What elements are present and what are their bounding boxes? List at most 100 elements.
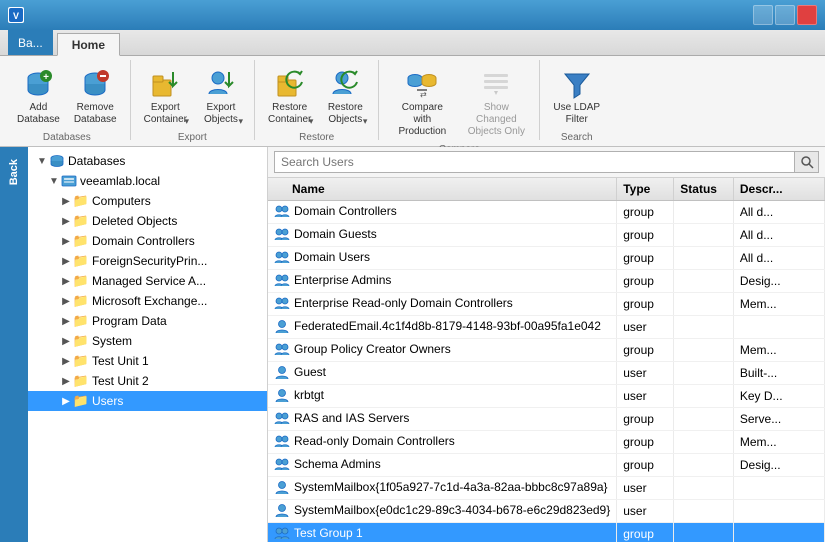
deleted-label: Deleted Objects: [92, 214, 177, 228]
cell-description: [733, 477, 824, 500]
ribbon-group-compare: ⇄ Compare withProduction Show: [379, 60, 540, 140]
svg-text:⇄: ⇄: [420, 90, 427, 99]
tree-item-domain-controllers[interactable]: ▶ 📁 Domain Controllers: [28, 231, 267, 251]
maximize-button[interactable]: [775, 5, 795, 25]
title-bar: V: [0, 0, 825, 30]
cell-description: [733, 316, 824, 339]
export-container-label: ExportContainer: [144, 102, 187, 126]
add-database-label: AddDatabase: [17, 102, 60, 126]
program-data-folder-icon: 📁: [73, 313, 89, 329]
back-button[interactable]: Ba...: [8, 30, 53, 55]
tree-item-exchange[interactable]: ▶ 📁 Microsoft Exchange...: [28, 291, 267, 311]
table-row[interactable]: Schema Admins group Desig...: [268, 454, 825, 477]
tree-item-deleted[interactable]: ▶ 📁 Deleted Objects: [28, 211, 267, 231]
tree-item-users[interactable]: ▶ 📁 Users: [28, 391, 267, 411]
add-database-icon: +: [22, 68, 54, 100]
table-row[interactable]: FederatedEmail.4c1f4d8b-8179-4148-93bf-0…: [268, 316, 825, 339]
table-row[interactable]: Domain Guests group All d...: [268, 224, 825, 247]
table-row[interactable]: krbtgt user Key D...: [268, 385, 825, 408]
restore-objects-label: RestoreObjects: [328, 102, 363, 126]
table-row[interactable]: Domain Users group All d...: [268, 247, 825, 270]
restore-container-button[interactable]: RestoreContainer: [263, 64, 316, 130]
back-label: Ba...: [18, 36, 43, 50]
cell-description: Built-...: [733, 362, 824, 385]
ribbon-tab-bar: Ba... Home: [0, 30, 825, 56]
cell-name: Guest: [268, 362, 617, 385]
cell-type: group: [617, 201, 674, 224]
exchange-folder-icon: 📁: [73, 293, 89, 309]
table-row[interactable]: SystemMailbox{1f05a927-7c1d-4a3a-82aa-bb…: [268, 477, 825, 500]
tree-item-test-unit-1[interactable]: ▶ 📁 Test Unit 1: [28, 351, 267, 371]
cell-status: [674, 293, 734, 316]
tree-item-foreign[interactable]: ▶ 📁 ForeignSecurityPrin...: [28, 251, 267, 271]
table-row[interactable]: Read-only Domain Controllers group Mem..…: [268, 431, 825, 454]
svg-text:V: V: [13, 11, 19, 21]
computers-folder-icon: 📁: [73, 193, 89, 209]
tab-home[interactable]: Home: [57, 33, 120, 56]
exchange-label: Microsoft Exchange...: [92, 294, 207, 308]
cell-name: SystemMailbox{e0dc1c29-89c3-4034-b678-e6…: [268, 500, 617, 523]
system-label: System: [92, 334, 132, 348]
cell-description: Serve...: [733, 408, 824, 431]
close-button[interactable]: [797, 5, 817, 25]
cell-description: [733, 523, 824, 542]
cell-description: [733, 500, 824, 523]
cell-status: [674, 270, 734, 293]
minimize-button[interactable]: [753, 5, 773, 25]
use-ldap-filter-button[interactable]: Use LDAPFilter: [548, 64, 605, 130]
table-row[interactable]: RAS and IAS Servers group Serve...: [268, 408, 825, 431]
test-unit-1-label: Test Unit 1: [92, 354, 149, 368]
show-changed-button[interactable]: Show ChangedObjects Only: [461, 64, 531, 142]
search-button[interactable]: [795, 151, 819, 173]
table-row[interactable]: Enterprise Admins group Desig...: [268, 270, 825, 293]
test-unit-2-label: Test Unit 2: [92, 374, 149, 388]
compare-production-label: Compare withProduction: [392, 102, 452, 138]
right-panel: Name Type Status Descr... Domain Control…: [268, 147, 825, 542]
table-row[interactable]: Test Group 1 group: [268, 523, 825, 542]
tree-item-program-data[interactable]: ▶ 📁 Program Data: [28, 311, 267, 331]
cell-name: Domain Guests: [268, 224, 617, 247]
table-row[interactable]: Group Policy Creator Owners group Mem...: [268, 339, 825, 362]
tree-item-system[interactable]: ▶ 📁 System: [28, 331, 267, 351]
cell-name: Domain Users: [268, 247, 617, 270]
expand-databases-icon: ▼: [36, 155, 48, 167]
table-row[interactable]: Enterprise Read-only Domain Controllers …: [268, 293, 825, 316]
tree-item-databases[interactable]: ▼ Databases: [28, 151, 267, 171]
table-row[interactable]: SystemMailbox{e0dc1c29-89c3-4034-b678-e6…: [268, 500, 825, 523]
tree-item-veeamlab[interactable]: ▼ veeamlab.local: [28, 171, 267, 191]
export-container-button[interactable]: ExportContainer: [139, 64, 192, 130]
cell-type: user: [617, 385, 674, 408]
col-name: Name: [268, 178, 617, 201]
sidebar-back-label[interactable]: Back: [4, 151, 24, 193]
search-input[interactable]: [274, 151, 795, 173]
tree-item-test-unit-2[interactable]: ▶ 📁 Test Unit 2: [28, 371, 267, 391]
cell-type: group: [617, 224, 674, 247]
managed-folder-icon: 📁: [73, 273, 89, 289]
foreign-folder-icon: 📁: [73, 253, 89, 269]
tree-item-managed[interactable]: ▶ 📁 Managed Service A...: [28, 271, 267, 291]
expand-deleted-icon: ▶: [60, 215, 72, 227]
cell-status: [674, 454, 734, 477]
remove-database-icon: [79, 68, 111, 100]
export-objects-button[interactable]: ExportObjects: [196, 64, 246, 130]
cell-status: [674, 247, 734, 270]
expand-exchange-icon: ▶: [60, 295, 72, 307]
cell-type: user: [617, 316, 674, 339]
tree-item-computers[interactable]: ▶ 📁 Computers: [28, 191, 267, 211]
system-folder-icon: 📁: [73, 333, 89, 349]
remove-database-button[interactable]: RemoveDatabase: [69, 64, 122, 130]
expand-managed-icon: ▶: [60, 275, 72, 287]
ribbon-group-search: Use LDAPFilter Search: [540, 60, 613, 140]
table-header-row: Name Type Status Descr...: [268, 178, 825, 201]
cell-status: [674, 224, 734, 247]
cell-status: [674, 385, 734, 408]
cell-status: [674, 362, 734, 385]
foreign-label: ForeignSecurityPrin...: [92, 254, 207, 268]
cell-description: Desig...: [733, 270, 824, 293]
restore-objects-button[interactable]: RestoreObjects: [320, 64, 370, 130]
table-row[interactable]: Domain Controllers group All d...: [268, 201, 825, 224]
cell-type: group: [617, 247, 674, 270]
compare-production-button[interactable]: ⇄ Compare withProduction: [387, 64, 457, 142]
add-database-button[interactable]: + AddDatabase: [12, 64, 65, 130]
table-row[interactable]: Guest user Built-...: [268, 362, 825, 385]
